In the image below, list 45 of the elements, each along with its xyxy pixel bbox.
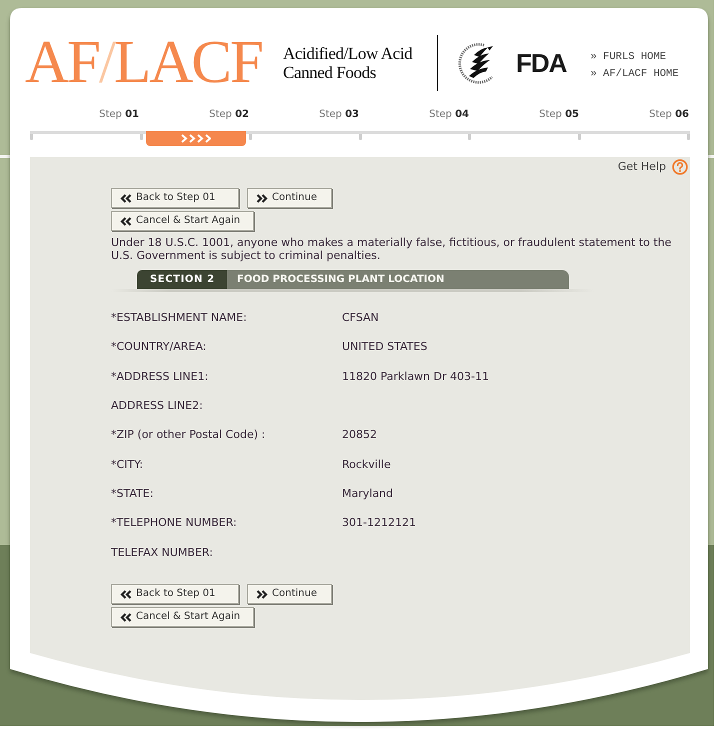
action-button[interactable]: Continue	[247, 584, 332, 604]
action-button[interactable]: Continue	[247, 188, 332, 208]
field-label: *TELEPHONE NUMBER:	[111, 516, 238, 530]
step-label: Step 04	[428, 108, 470, 122]
field-label: *ADDRESS LINE1:	[111, 370, 210, 384]
action-button[interactable]: Back to Step 01	[111, 584, 239, 604]
double-chevron-right-icon	[256, 590, 268, 599]
step-label: Step 05	[538, 108, 580, 122]
step-label: Step 01	[98, 108, 140, 122]
chevrons-icon	[180, 134, 211, 143]
double-chevron-left-icon	[120, 612, 132, 622]
action-button[interactable]: Cancel & Start Again	[111, 211, 254, 231]
field-label: *ZIP (or other Postal Code) :	[111, 428, 266, 442]
field-value: UNITED STATES	[342, 340, 428, 354]
nav-link[interactable]: » FURLS HOME	[590, 48, 679, 66]
legal-notice: Under 18 U.S.C. 1001, anyone who makes a materially false, fictitious, or fraudulent statement to the U.S. Government is subject to criminal penalties.	[111, 236, 672, 262]
nav-link[interactable]: » AF/LACF HOME	[590, 66, 679, 82]
site-subtitle: Acidified/Low Acid Canned Foods	[283, 44, 414, 82]
field-label: *COUNTRY/AREA:	[111, 340, 208, 354]
field-value: Rockville	[342, 458, 391, 472]
field-value: 20852	[342, 428, 377, 442]
step-label: Step 02	[208, 108, 250, 122]
field-label: TELEFAX NUMBER:	[111, 546, 214, 560]
help-link[interactable]: Get Help	[618, 160, 666, 174]
double-chevron-right-icon	[256, 194, 268, 202]
help-icon	[672, 159, 688, 175]
section-title: FOOD PROCESSING PLANT LOCATION	[227, 270, 569, 289]
double-chevron-left-icon	[120, 216, 132, 226]
logo-text: AF/LACF	[25, 33, 263, 93]
field-value: 301-1212121	[342, 516, 416, 530]
field-label: *ESTABLISHMENT NAME:	[111, 311, 248, 326]
field-value: CFSAN	[342, 311, 379, 326]
field-value: Maryland	[342, 486, 394, 501]
double-chevron-left-icon	[120, 194, 132, 202]
field-label: ADDRESS LINE2:	[111, 399, 204, 414]
section-number: SECTION 2	[137, 270, 227, 289]
action-button[interactable]: Back to Step 01	[111, 188, 239, 208]
field-label: *STATE:	[111, 486, 154, 501]
step-label: Step 06	[648, 108, 690, 122]
agency-logo-text: FDA	[516, 50, 566, 76]
step-label: Step 03	[318, 108, 360, 122]
double-chevron-left-icon	[120, 590, 132, 599]
field-label: *CITY:	[111, 458, 144, 472]
action-button[interactable]: Cancel & Start Again	[111, 607, 254, 628]
field-value: 11820 Parklawn Dr 403-11	[342, 370, 489, 384]
